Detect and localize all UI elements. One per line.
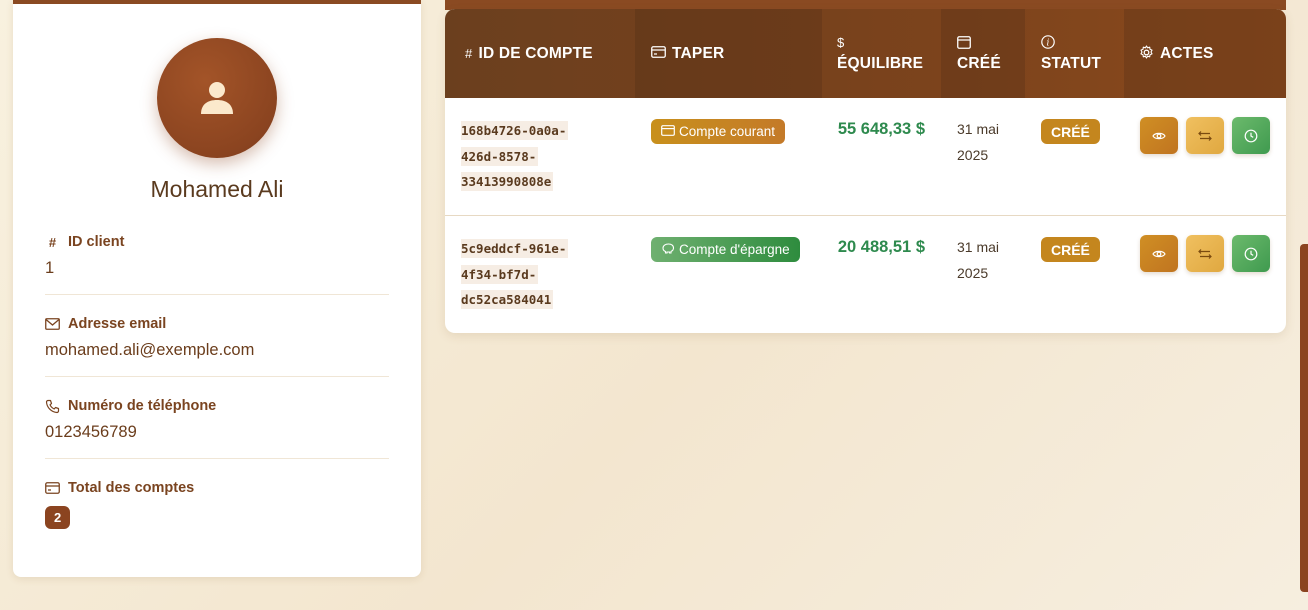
- phone-label: Numéro de téléphone: [68, 398, 217, 414]
- client-id-label: ID client: [68, 234, 125, 250]
- total-accounts-label: Total des comptes: [68, 480, 195, 496]
- piggy-bank-icon: [661, 242, 675, 257]
- divider: [45, 376, 389, 377]
- card-icon: [651, 46, 666, 61]
- avatar: [157, 38, 277, 158]
- svg-text:i: i: [1046, 38, 1049, 48]
- divider: [45, 458, 389, 459]
- column-header-actions: ACTES: [1124, 9, 1286, 98]
- account-id: 168b4726-0a0a-426d-8578-33413990808e: [461, 121, 569, 191]
- email-value: mohamed.ali@exemple.com: [45, 341, 255, 359]
- column-header-created: CRÉÉ: [941, 9, 1025, 98]
- account-balance: 55 648,33 $: [837, 120, 925, 138]
- status-badge: CRÉÉ: [1041, 119, 1100, 144]
- hash-icon: #: [465, 46, 473, 61]
- view-account-button[interactable]: [1140, 235, 1178, 272]
- page-scrollbar[interactable]: [1300, 244, 1308, 592]
- transfer-arrows-icon: [1198, 248, 1212, 259]
- client-id-value: 1: [45, 259, 55, 277]
- column-header-status: i STATUT: [1025, 9, 1124, 98]
- clock-icon: [1244, 129, 1258, 142]
- status-badge: CRÉÉ: [1041, 237, 1100, 262]
- hash-icon: #: [48, 234, 57, 250]
- clock-icon: [1244, 247, 1258, 260]
- account-type-badge: Compte d'épargne: [651, 237, 800, 262]
- card-icon: [45, 482, 60, 494]
- account-balance: 20 488,51 $: [837, 238, 925, 256]
- phone-block: Numéro de téléphone 0123456789: [45, 398, 389, 442]
- total-accounts-block: Total des comptes 2: [45, 480, 389, 529]
- client-profile-card: Mohamed Ali # ID client 1 Adresse email …: [13, 0, 421, 577]
- mail-icon: [45, 318, 60, 330]
- info-icon: i: [1041, 34, 1124, 49]
- eye-icon: [1152, 250, 1166, 257]
- column-header-balance: $ ÉQUILIBRE: [822, 9, 941, 98]
- client-id-block: # ID client 1: [45, 234, 389, 278]
- column-header-id: # ID DE COMPTE: [465, 44, 593, 62]
- history-button[interactable]: [1232, 117, 1270, 154]
- column-header-type: TAPER: [635, 9, 822, 98]
- phone-icon: [45, 399, 60, 414]
- calendar-icon: [957, 35, 1025, 49]
- account-type-badge: Compte courant: [651, 119, 786, 144]
- transfer-arrows-icon: [1198, 130, 1212, 141]
- table-row: 5c9eddcf-961e-4f34-bf7d-dc52ca584041 Com…: [445, 216, 1286, 333]
- total-accounts-badge: 2: [45, 506, 71, 529]
- client-name: Mohamed Ali: [150, 176, 284, 202]
- account-created-date: 31 mai 2025: [957, 239, 1000, 281]
- history-button[interactable]: [1232, 235, 1270, 272]
- dollar-icon: $: [837, 34, 845, 50]
- divider: [45, 294, 389, 295]
- gear-icon: [1139, 44, 1154, 63]
- view-account-button[interactable]: [1140, 117, 1178, 154]
- email-block: Adresse email mohamed.ali@exemple.com: [45, 316, 389, 360]
- user-icon: [201, 82, 233, 114]
- transfer-button[interactable]: [1186, 117, 1224, 154]
- email-label: Adresse email: [68, 316, 167, 332]
- card-icon: [661, 124, 675, 139]
- transfer-button[interactable]: [1186, 235, 1224, 272]
- eye-icon: [1152, 132, 1166, 139]
- phone-value: 0123456789: [45, 423, 137, 441]
- accounts-table: # ID DE COMPTE TAPER $ ÉQUILIBRE CRÉÉ i …: [445, 9, 1286, 333]
- table-header: # ID DE COMPTE TAPER $ ÉQUILIBRE CRÉÉ i …: [445, 9, 1286, 98]
- table-row: 168b4726-0a0a-426d-8578-33413990808e Com…: [445, 98, 1286, 215]
- account-id: 5c9eddcf-961e-4f34-bf7d-dc52ca584041: [461, 239, 569, 309]
- account-created-date: 31 mai 2025: [957, 121, 1000, 163]
